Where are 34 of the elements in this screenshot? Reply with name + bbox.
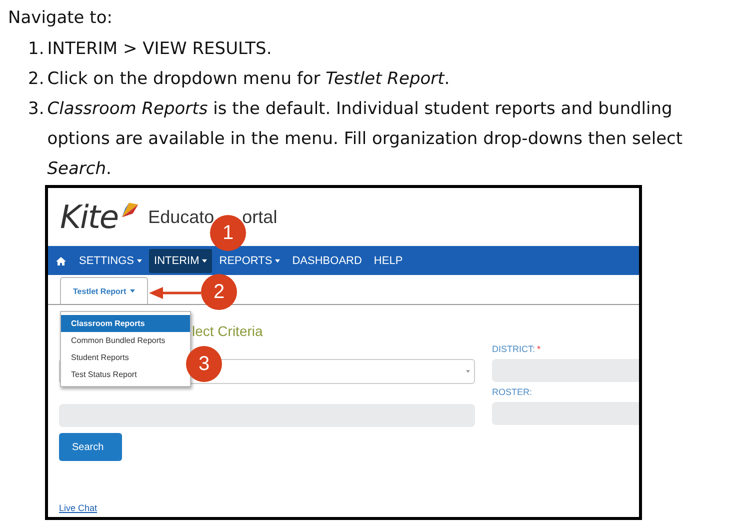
step-number: 1. — [28, 38, 44, 61]
nav-menu-item[interactable]: DASHBOARD — [287, 248, 367, 272]
roster-field[interactable] — [492, 402, 639, 425]
nav-menu-item[interactable]: REPORTS — [214, 248, 286, 272]
section-title: lect Criteria — [192, 323, 263, 339]
step-number: 3. — [28, 98, 44, 121]
roster-label: ROSTER: — [492, 387, 532, 397]
instruction-heading: Navigate to: — [7, 7, 114, 30]
callout-badge: 3 — [186, 346, 222, 382]
caret-icon — [466, 370, 470, 373]
live-chat-link[interactable]: Live Chat — [59, 503, 98, 513]
step-text: INTERIM > VIEW RESULTS. — [47, 38, 272, 61]
report-tab[interactable]: Testlet Report — [60, 277, 148, 304]
caret-icon — [130, 289, 136, 293]
arrow-icon — [148, 286, 202, 300]
nav-menu-item[interactable]: SETTINGS — [74, 248, 148, 272]
district-label: DISTRICT: — [492, 344, 536, 354]
district-field[interactable] — [492, 359, 639, 382]
nav-menu-item[interactable]: HELP — [368, 248, 408, 272]
caret-icon — [275, 258, 280, 262]
menu-item[interactable]: Common Bundled Reports — [61, 332, 190, 349]
kite-icon — [120, 200, 140, 220]
kite-logo: Kite — [60, 198, 118, 236]
required-mark: * — [537, 344, 541, 354]
step-number: 2. — [28, 68, 44, 91]
step-text: Click on the dropdown menu for Testlet Report. — [47, 68, 450, 91]
search-button[interactable]: Search — [59, 433, 122, 461]
step-text: Classroom Reports is the default. Individual student reports and bundling options are available in the menu. Fill organization drop-downs then select Search. — [47, 98, 684, 181]
menu-item[interactable]: Classroom Reports — [61, 315, 190, 332]
caret-icon — [137, 258, 142, 262]
home-icon[interactable] — [56, 256, 66, 266]
nav-menu-item[interactable]: INTERIM — [149, 248, 212, 272]
caret-icon — [202, 258, 208, 262]
callout-badge: 2 — [201, 274, 237, 310]
